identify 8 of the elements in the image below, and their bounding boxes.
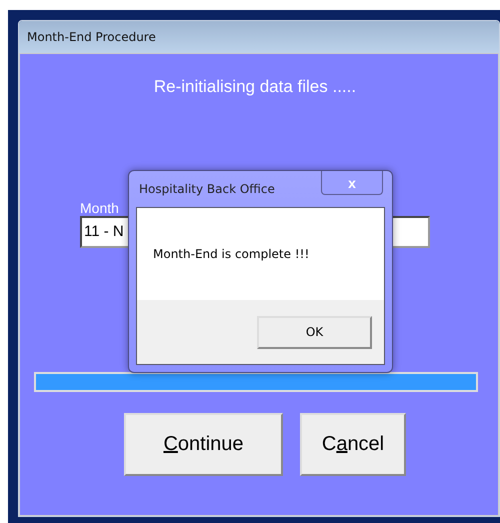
- dialog-button[interactable]: Cancel: [300, 413, 406, 476]
- dialog-title: Hospitality Back Office: [139, 182, 275, 196]
- status-text: Re-initialising data files .....: [154, 77, 356, 97]
- field-label: Month: [80, 200, 119, 216]
- dialog-button[interactable]: Continue: [124, 413, 283, 476]
- ok-button[interactable]: OK: [257, 316, 372, 348]
- message-text: Month-End is complete !!!: [153, 247, 310, 261]
- window-title: Month-End Procedure: [27, 30, 156, 44]
